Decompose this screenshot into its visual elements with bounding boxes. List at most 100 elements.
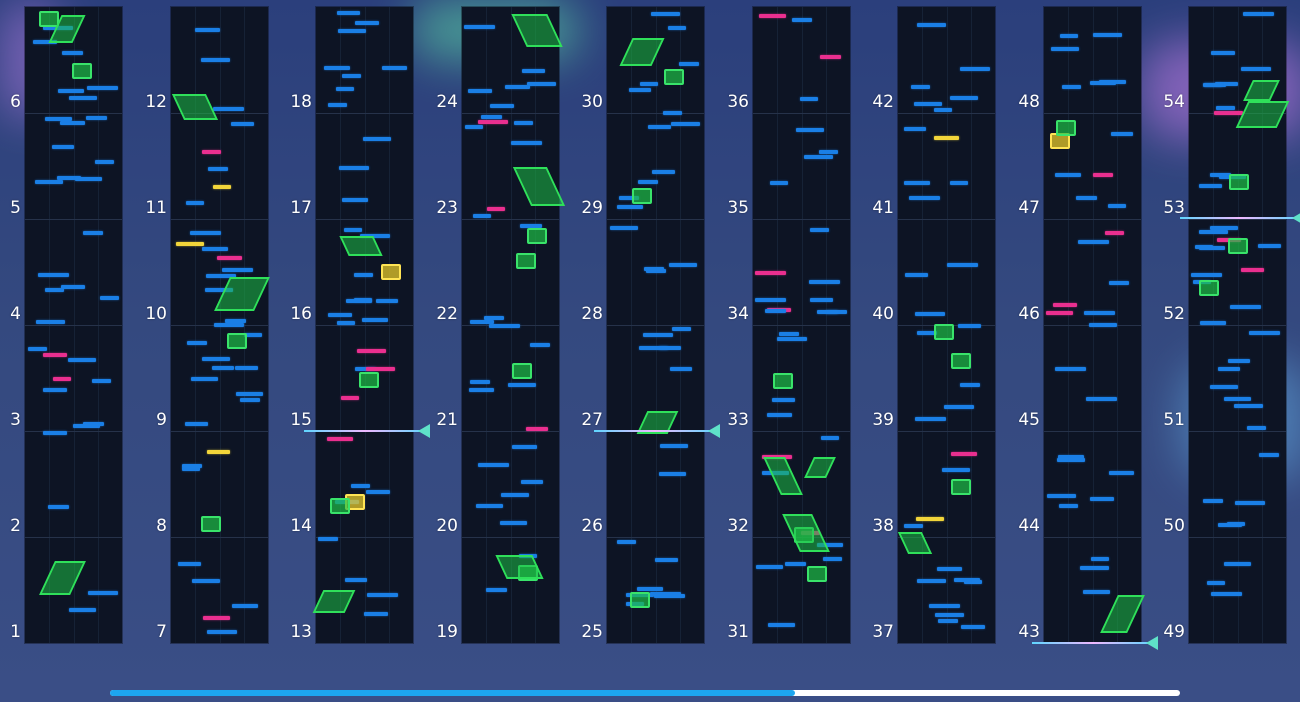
tap-note[interactable] [958, 324, 981, 328]
hold-note[interactable] [934, 324, 954, 340]
flick-note[interactable] [202, 150, 221, 154]
tap-note[interactable] [382, 66, 407, 70]
tap-note[interactable] [915, 312, 945, 316]
tap-note[interactable] [501, 493, 529, 497]
tap-note[interactable] [324, 66, 350, 70]
tap-note[interactable] [950, 96, 978, 100]
hold-note[interactable] [630, 592, 650, 608]
timeline-scrollbar-progress[interactable] [110, 690, 795, 696]
tap-note[interactable] [917, 23, 946, 27]
tap-note[interactable] [663, 111, 682, 115]
tap-note[interactable] [58, 89, 84, 93]
tap-note[interactable] [508, 383, 536, 387]
tap-note[interactable] [772, 398, 795, 402]
flick-note[interactable] [203, 616, 230, 620]
tap-note[interactable] [478, 463, 509, 467]
tap-note[interactable] [367, 593, 398, 597]
flick-note[interactable] [217, 256, 242, 260]
tap-note[interactable] [1211, 592, 1242, 596]
tap-note[interactable] [929, 604, 960, 608]
tap-note[interactable] [207, 630, 237, 634]
tap-note[interactable] [617, 205, 643, 209]
tap-note[interactable] [328, 313, 352, 317]
tap-note[interactable] [469, 388, 494, 392]
tap-note[interactable] [796, 128, 824, 132]
critical-note[interactable] [916, 517, 944, 521]
tap-note[interactable] [819, 150, 838, 154]
tap-note[interactable] [1210, 173, 1231, 177]
slide-note-segment[interactable] [1235, 101, 1290, 128]
tap-note[interactable] [1224, 562, 1251, 566]
tap-note[interactable] [346, 299, 372, 303]
measure-column[interactable] [312, 7, 413, 643]
tap-note[interactable] [489, 324, 520, 328]
tap-note[interactable] [214, 323, 244, 327]
tap-note[interactable] [465, 125, 483, 129]
tap-note[interactable] [240, 398, 260, 402]
tap-note[interactable] [960, 67, 990, 71]
tap-note[interactable] [1083, 590, 1110, 594]
critical-note[interactable] [213, 185, 231, 189]
tap-note[interactable] [651, 12, 680, 16]
tap-note[interactable] [672, 327, 691, 331]
hold-note[interactable] [664, 69, 684, 85]
tap-note[interactable] [942, 468, 970, 472]
tap-note[interactable] [75, 177, 102, 181]
tap-note[interactable] [36, 320, 65, 324]
measure-column[interactable] [25, 7, 122, 643]
tap-note[interactable] [512, 445, 537, 449]
tap-note[interactable] [640, 82, 658, 86]
tap-note[interactable] [964, 580, 982, 584]
tap-note[interactable] [231, 122, 254, 126]
tap-note[interactable] [95, 160, 114, 164]
tap-note[interactable] [530, 343, 550, 347]
tap-note[interactable] [937, 567, 962, 571]
measure-column[interactable] [1189, 7, 1290, 643]
flick-note[interactable] [341, 396, 359, 400]
hold-note[interactable] [201, 516, 221, 532]
flick-note[interactable] [43, 353, 67, 357]
tap-note[interactable] [1086, 397, 1117, 401]
tap-note[interactable] [342, 198, 368, 202]
tap-note[interactable] [62, 51, 83, 55]
tap-note[interactable] [659, 472, 686, 476]
tap-note[interactable] [755, 298, 786, 302]
tap-note[interactable] [960, 383, 980, 387]
tap-note[interactable] [38, 273, 69, 277]
timeline-scrollbar[interactable] [110, 690, 1180, 696]
tap-note[interactable] [1259, 453, 1279, 457]
tap-note[interactable] [660, 444, 688, 448]
tap-note[interactable] [1091, 557, 1109, 561]
tap-note[interactable] [1060, 34, 1078, 38]
slide-note-segment[interactable] [495, 555, 544, 579]
playhead-marker-icon[interactable] [708, 424, 720, 438]
tap-note[interactable] [363, 137, 391, 141]
tap-note[interactable] [338, 29, 366, 33]
tap-note[interactable] [1090, 497, 1114, 501]
slide-note-segment[interactable] [619, 38, 665, 66]
measure-column[interactable] [607, 7, 704, 643]
flick-note[interactable] [1093, 173, 1113, 177]
tap-note[interactable] [191, 377, 218, 381]
tap-note[interactable] [915, 417, 946, 421]
tap-note[interactable] [213, 107, 244, 111]
tap-note[interactable] [1199, 246, 1225, 250]
hold-note[interactable] [773, 373, 793, 389]
tap-note[interactable] [318, 537, 338, 541]
flick-note[interactable] [820, 55, 841, 59]
tap-note[interactable] [476, 504, 503, 508]
tap-note[interactable] [83, 231, 103, 235]
hold-note[interactable] [1199, 280, 1219, 296]
tap-note[interactable] [88, 591, 118, 595]
tap-note[interactable] [1111, 132, 1133, 136]
tap-note[interactable] [212, 366, 234, 370]
tap-note[interactable] [178, 562, 201, 566]
tap-note[interactable] [1057, 458, 1085, 462]
playhead-marker-icon[interactable] [418, 424, 430, 438]
tap-note[interactable] [610, 226, 638, 230]
slide-note-segment[interactable] [171, 94, 219, 120]
tap-note[interactable] [617, 540, 636, 544]
tap-note[interactable] [1249, 331, 1280, 335]
tap-note[interactable] [1210, 385, 1238, 389]
tap-note[interactable] [208, 167, 228, 171]
